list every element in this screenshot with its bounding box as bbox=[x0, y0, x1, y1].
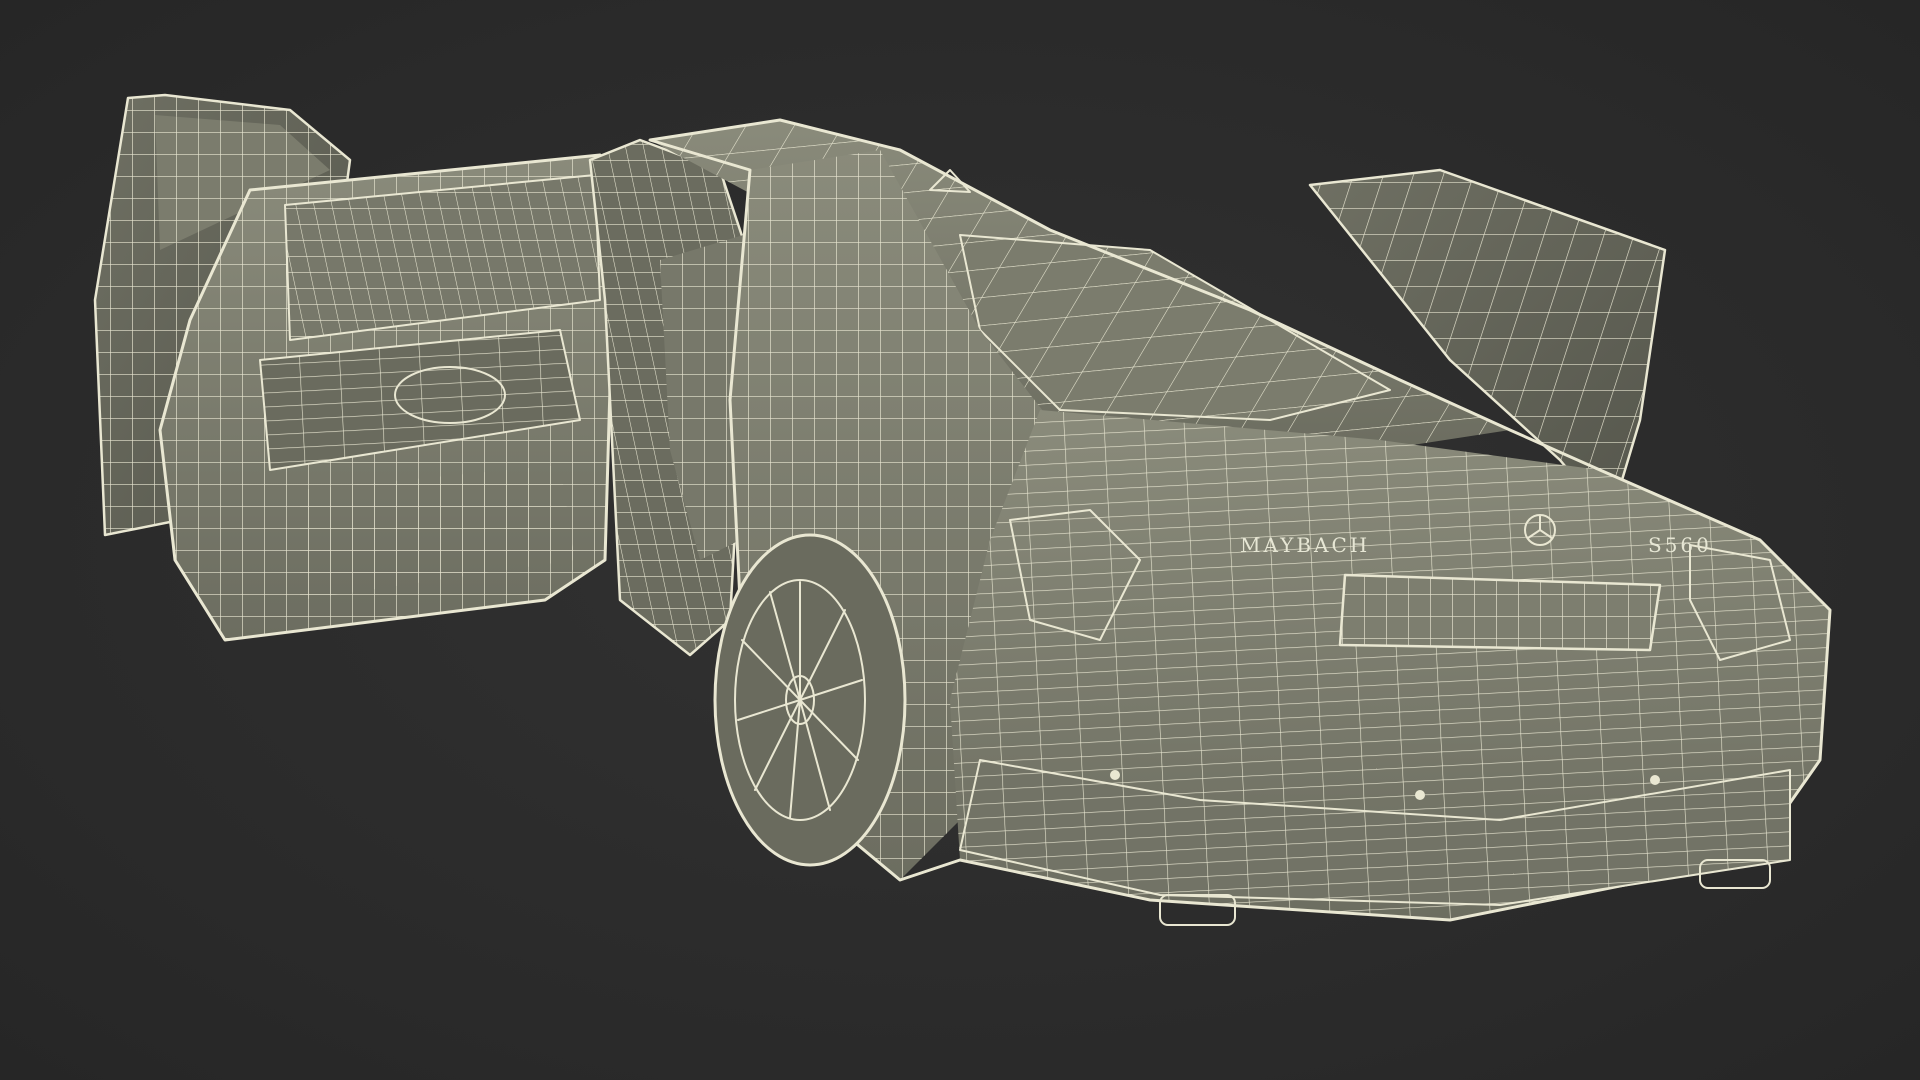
parking-sensor-icon bbox=[1415, 790, 1425, 800]
parking-sensor-icon bbox=[1110, 770, 1120, 780]
render-viewport: MAYBACH S560 bbox=[0, 0, 1920, 1080]
brand-badge: MAYBACH bbox=[1240, 533, 1370, 557]
model-badge: S560 bbox=[1648, 533, 1712, 557]
wireframe-car-render: MAYBACH S560 bbox=[93, 93, 1832, 926]
rear-left-wheel bbox=[713, 533, 907, 867]
parking-sensor-icon bbox=[1650, 775, 1660, 785]
